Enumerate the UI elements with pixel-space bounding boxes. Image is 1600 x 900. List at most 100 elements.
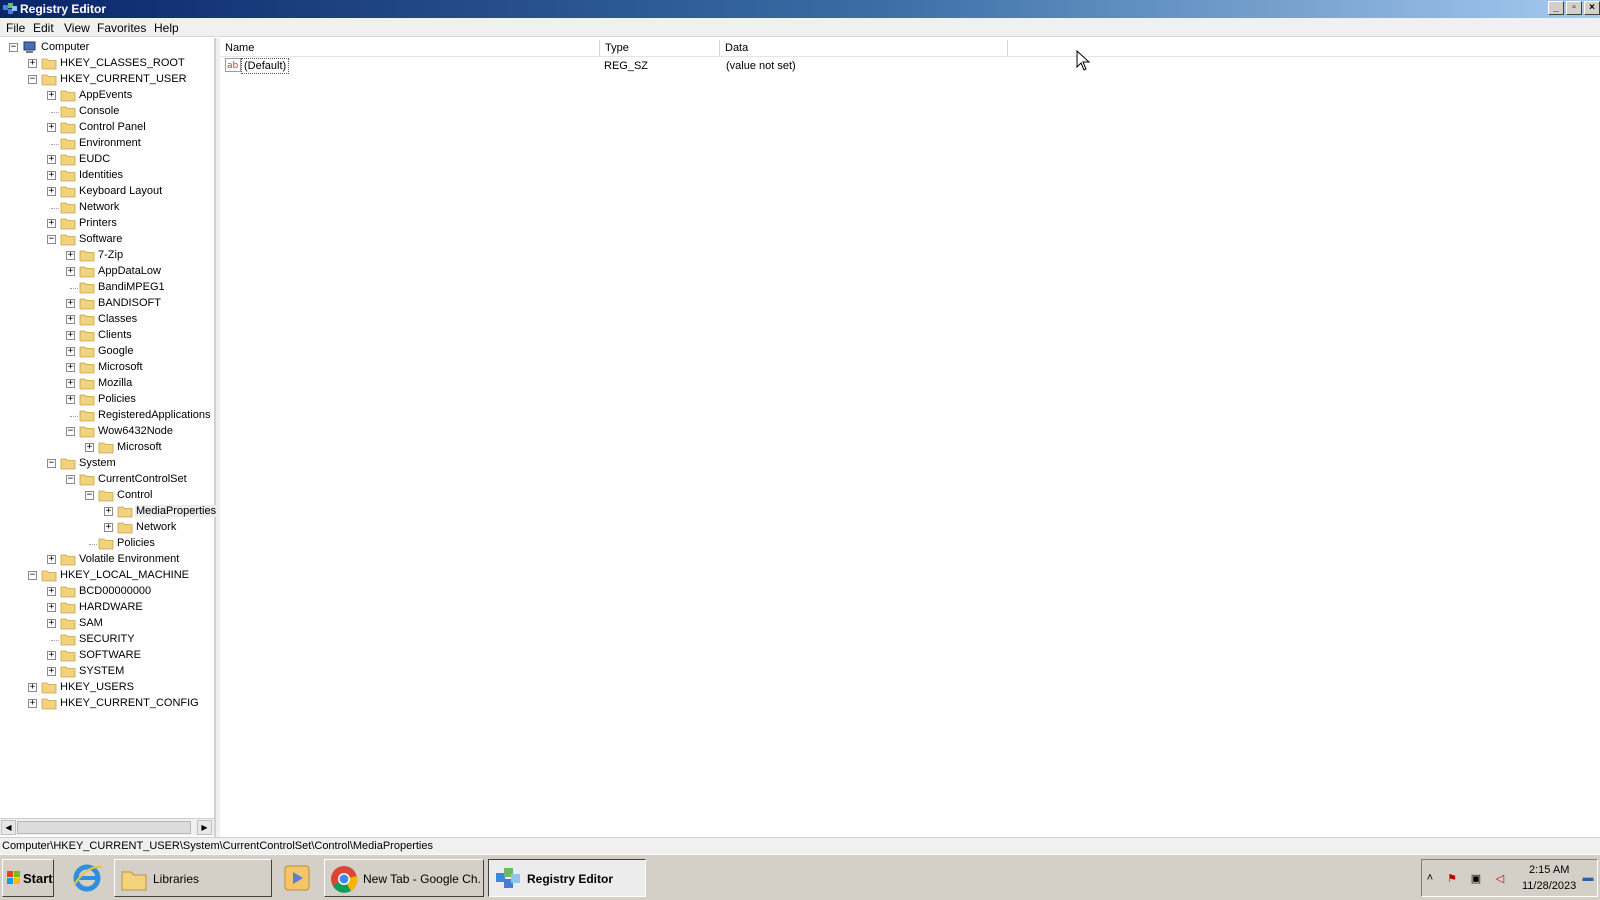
expand-icon[interactable]: + (47, 155, 56, 164)
tree-node[interactable]: + Control Panel (0, 120, 216, 136)
tree-node-label[interactable]: Environment (78, 137, 142, 149)
expand-icon[interactable]: + (28, 699, 37, 708)
tree-node[interactable]: + Google (0, 344, 216, 360)
tree-node-label[interactable]: Volatile Environment (78, 553, 180, 565)
tree-node-label[interactable]: Control (116, 489, 153, 501)
close-button[interactable]: × (1584, 1, 1600, 15)
tree-node[interactable]: − Computer (0, 40, 216, 56)
show-desktop-icon[interactable]: ▬ (1580, 872, 1596, 888)
tree-node-label[interactable]: Policies (116, 537, 156, 549)
collapse-icon[interactable]: − (66, 475, 75, 484)
expand-icon[interactable]: + (47, 123, 56, 132)
tree-node[interactable]: BandiMPEG1 (0, 280, 216, 296)
tree-node-label[interactable]: Computer (40, 41, 90, 53)
tree-node-label[interactable]: BandiMPEG1 (97, 281, 166, 293)
tree-node-label[interactable]: AppDataLow (97, 265, 162, 277)
tree-node-label[interactable]: SAM (78, 617, 104, 629)
clock-time[interactable]: 2:15 AM (1529, 864, 1569, 876)
column-header-type[interactable]: Type (600, 40, 720, 57)
taskbar-chrome[interactable]: New Tab - Google Ch... (324, 859, 484, 897)
tree-node[interactable]: RegisteredApplications (0, 408, 216, 424)
collapse-icon[interactable]: − (85, 491, 94, 500)
tree-node[interactable]: + Printers (0, 216, 216, 232)
action-center-icon[interactable]: ⚑ (1444, 872, 1460, 888)
expand-icon[interactable]: + (66, 299, 75, 308)
expand-icon[interactable]: + (66, 379, 75, 388)
expand-icon[interactable]: + (66, 395, 75, 404)
expand-icon[interactable]: + (66, 347, 75, 356)
minimize-button[interactable]: _ (1548, 1, 1564, 15)
tree-node-label[interactable]: RegisteredApplications (97, 409, 212, 421)
menu-favorites[interactable]: Favorites (97, 21, 146, 35)
tree-node-label[interactable]: CurrentControlSet (97, 473, 188, 485)
menu-file[interactable]: File (6, 21, 25, 35)
tree-node[interactable]: + AppDataLow (0, 264, 216, 280)
tree-node-label[interactable]: Google (97, 345, 134, 357)
values-list-pane[interactable]: Name Type Data ab (Default) REG_SZ (valu… (220, 38, 1600, 837)
scroll-thumb[interactable] (17, 821, 191, 834)
tree-node[interactable]: + Network (0, 520, 216, 536)
tree-node-label[interactable]: Console (78, 105, 120, 117)
tree-node[interactable]: + SAM (0, 616, 216, 632)
tree-node[interactable]: SECURITY (0, 632, 216, 648)
tree-horizontal-scrollbar[interactable]: ◀ ▶ (0, 818, 214, 835)
tree-node[interactable]: + Volatile Environment (0, 552, 216, 568)
expand-icon[interactable]: + (66, 267, 75, 276)
tree-node[interactable]: + AppEvents (0, 88, 216, 104)
expand-icon[interactable]: + (66, 363, 75, 372)
tree-node[interactable]: + Clients (0, 328, 216, 344)
tree-node-label[interactable]: Network (135, 521, 177, 533)
tree-node-label[interactable]: BCD00000000 (78, 585, 152, 597)
tree-node-label[interactable]: Software (78, 233, 123, 245)
expand-icon[interactable]: + (66, 331, 75, 340)
tree-node-label[interactable]: Policies (97, 393, 137, 405)
tree-node[interactable]: − Wow6432Node (0, 424, 216, 440)
tree-node-label[interactable]: Network (78, 201, 120, 213)
tree-node[interactable]: + BCD00000000 (0, 584, 216, 600)
tree-node-label[interactable]: HKEY_CURRENT_CONFIG (59, 697, 200, 709)
tree-node-label[interactable]: SOFTWARE (78, 649, 142, 661)
tree-node[interactable]: + HKEY_USERS (0, 680, 216, 696)
tree-node[interactable]: + Microsoft (0, 360, 216, 376)
tree-node[interactable]: − CurrentControlSet (0, 472, 216, 488)
collapse-icon[interactable]: − (9, 43, 18, 52)
menu-help[interactable]: Help (154, 21, 179, 35)
tree-node[interactable]: − Software (0, 232, 216, 248)
restore-button[interactable]: ▫ (1566, 1, 1582, 15)
collapse-icon[interactable]: − (28, 571, 37, 580)
tree-node[interactable]: + Mozilla (0, 376, 216, 392)
tree-node[interactable]: +7-Zip (0, 248, 216, 264)
tree-node[interactable]: + Identities (0, 168, 216, 184)
expand-icon[interactable]: + (47, 91, 56, 100)
tree-node-label[interactable]: SYSTEM (78, 665, 125, 677)
tree-node[interactable]: + BANDISOFT (0, 296, 216, 312)
tree-node-label[interactable]: System (78, 457, 117, 469)
expand-icon[interactable]: + (104, 523, 113, 532)
tree-node-label[interactable]: HKEY_CURRENT_USER (59, 73, 188, 85)
media-player-icon[interactable] (280, 861, 314, 895)
expand-icon[interactable]: + (47, 555, 56, 564)
tree-node-label[interactable]: BANDISOFT (97, 297, 162, 309)
tree-node-label[interactable]: Clients (97, 329, 133, 341)
tree-node[interactable]: + EUDC (0, 152, 216, 168)
tree-node-label[interactable]: Microsoft (116, 441, 163, 453)
taskbar-registry-editor[interactable]: Registry Editor (488, 859, 646, 897)
tree-node-label[interactable]: AppEvents (78, 89, 133, 101)
tree-node-label[interactable]: EUDC (78, 153, 111, 165)
expand-icon[interactable]: + (47, 667, 56, 676)
volume-muted-icon[interactable]: ◁ (1492, 872, 1508, 888)
expand-icon[interactable]: + (47, 171, 56, 180)
tree-node-label[interactable]: Identities (78, 169, 124, 181)
expand-icon[interactable]: + (47, 651, 56, 660)
internet-explorer-icon[interactable] (70, 861, 104, 895)
column-header-name[interactable]: Name (220, 40, 600, 57)
tree-node[interactable]: + HARDWARE (0, 600, 216, 616)
tree-node[interactable]: − HKEY_LOCAL_MACHINE (0, 568, 216, 584)
tree-node[interactable]: − Control (0, 488, 216, 504)
tree-node[interactable]: + HKEY_CLASSES_ROOT (0, 56, 216, 72)
tree-node[interactable]: + SYSTEM (0, 664, 216, 680)
tree-node[interactable]: Policies (0, 536, 216, 552)
tree-node[interactable]: + Classes (0, 312, 216, 328)
tree-node[interactable]: + Policies (0, 392, 216, 408)
expand-icon[interactable]: + (85, 443, 94, 452)
